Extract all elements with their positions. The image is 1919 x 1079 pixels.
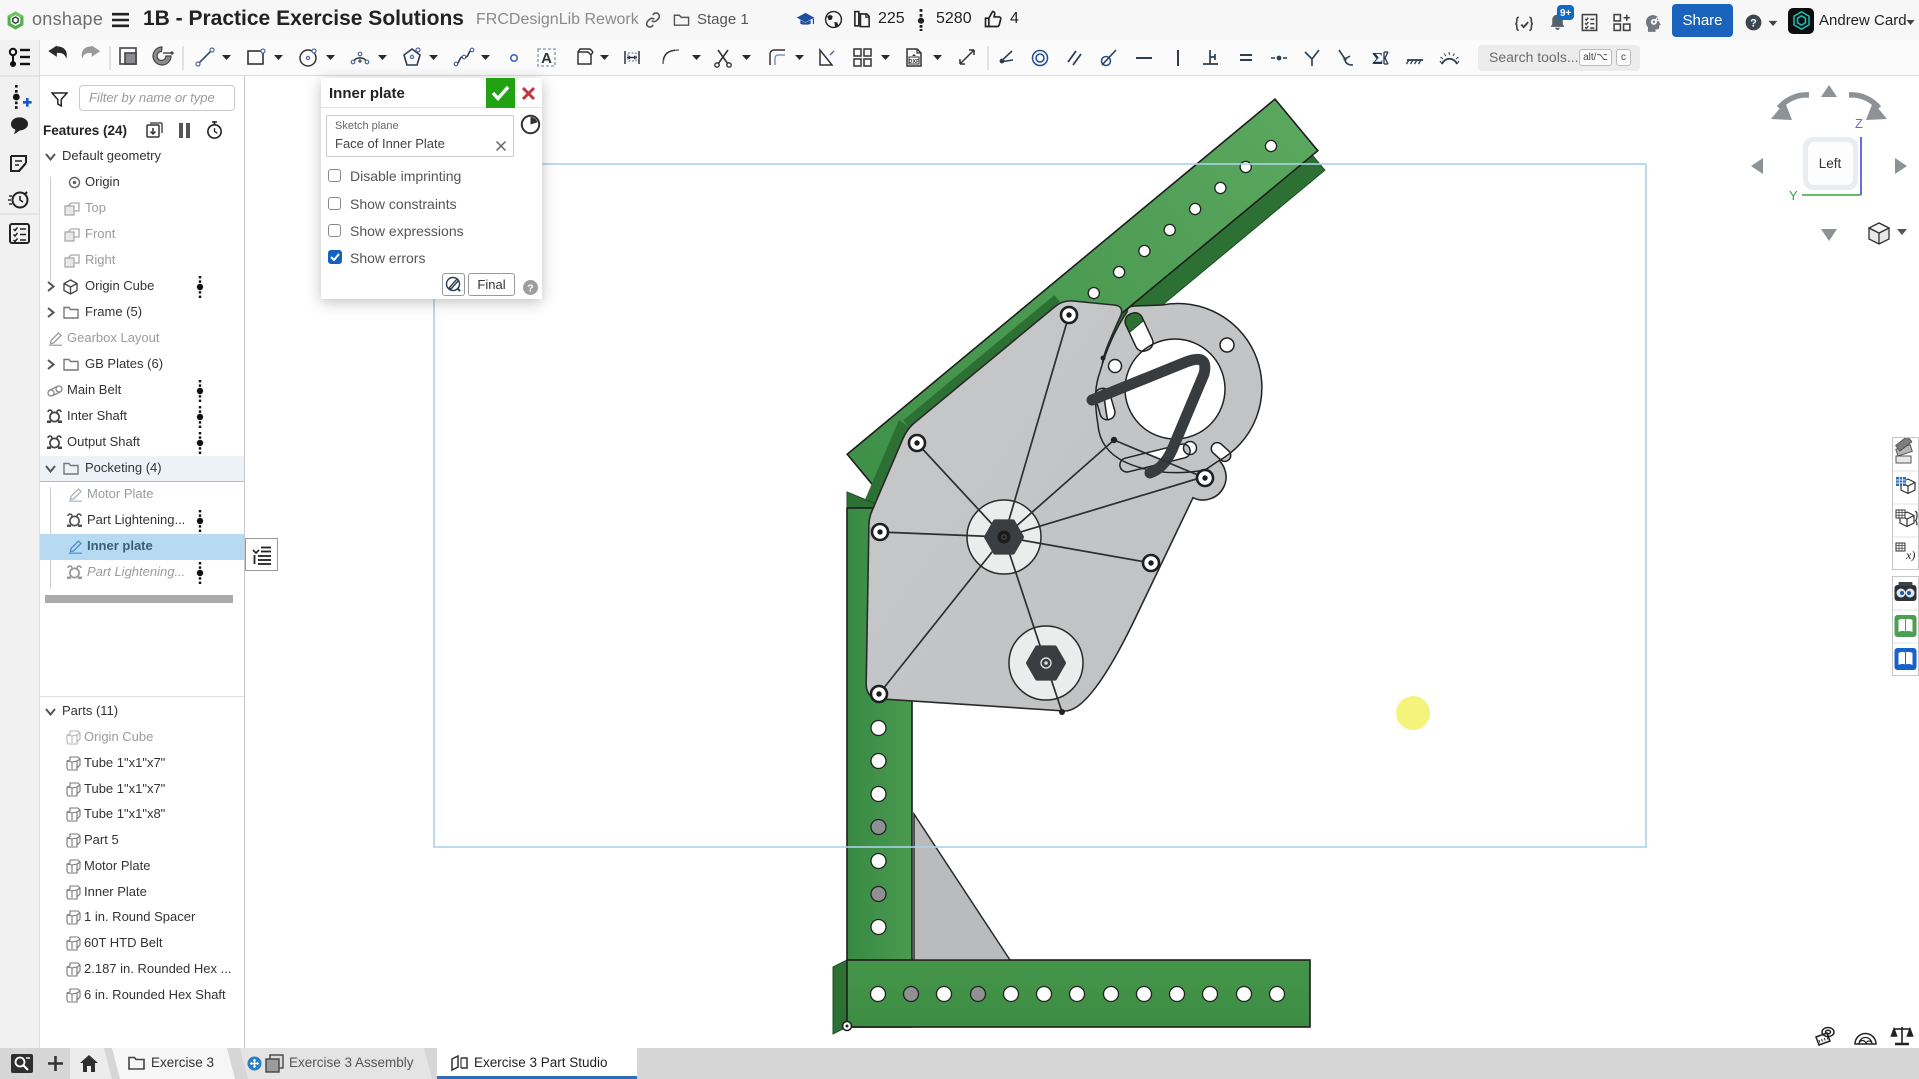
- svg-text:DXF: DXF: [909, 59, 921, 65]
- svg-text:?: ?: [1750, 17, 1757, 29]
- svg-text:?: ?: [527, 282, 533, 294]
- svg-text:x): x): [1905, 548, 1915, 562]
- svg-text:Left: Left: [1819, 156, 1842, 171]
- svg-text:Z: Z: [1855, 116, 1863, 131]
- svg-text:Y: Y: [1789, 188, 1798, 203]
- svg-text:Σ: Σ: [1372, 49, 1383, 68]
- svg-text:A: A: [541, 50, 552, 67]
